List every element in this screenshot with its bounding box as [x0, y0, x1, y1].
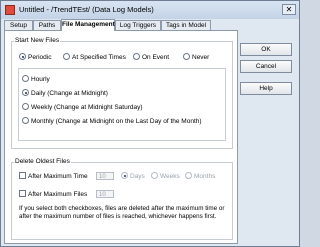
radio-never[interactable]: Never: [183, 53, 209, 62]
delete-files-note: If you select both checkboxes, files are…: [19, 205, 225, 221]
max-time-input[interactable]: 10: [96, 172, 114, 180]
radio-daily[interactable]: Daily (Change at Midnight): [22, 89, 108, 98]
file-management-panel: Start New Files Periodic At Specified Ti…: [4, 30, 238, 244]
radio-button-icon: [151, 172, 158, 179]
delete-oldest-files-label: Delete Oldest Files: [14, 158, 71, 165]
close-button[interactable]: ✕: [282, 4, 296, 15]
app-icon: [5, 5, 15, 15]
radio-periodic[interactable]: Periodic: [19, 53, 51, 62]
window-title: Untitled - /TrendTEst/ (Data Log Models): [19, 5, 154, 14]
help-button[interactable]: Help: [240, 82, 292, 95]
radio-button-icon: [183, 53, 190, 60]
radio-at-specified-times[interactable]: At Specified Times: [63, 53, 126, 62]
tab-setup[interactable]: Setup: [4, 20, 33, 30]
radio-on-event[interactable]: On Event: [133, 53, 169, 62]
title-bar[interactable]: Untitled - /TrendTEst/ (Data Log Models)…: [1, 1, 299, 19]
radio-button-icon: [22, 117, 29, 124]
radio-monthly[interactable]: Monthly (Change at Midnight on the Last …: [22, 117, 202, 126]
tab-paths[interactable]: Paths: [33, 20, 61, 30]
radio-days[interactable]: Days: [121, 172, 145, 181]
tab-log-triggers[interactable]: Log Triggers: [115, 20, 161, 30]
checkbox-icon: [19, 190, 26, 197]
radio-button-icon: [121, 172, 128, 179]
tab-tags-in-model[interactable]: Tags in Model: [161, 20, 211, 30]
cancel-button[interactable]: Cancel: [240, 60, 292, 73]
tab-file-management[interactable]: File Management: [61, 19, 115, 31]
radio-weekly[interactable]: Weekly (Change at Midnight Saturday): [22, 103, 143, 112]
radio-button-icon: [133, 53, 140, 60]
checkbox-icon: [19, 172, 26, 179]
max-files-input[interactable]: 10: [96, 190, 114, 198]
radio-hourly[interactable]: Hourly: [22, 75, 50, 84]
radio-button-icon: [22, 89, 29, 96]
radio-button-icon: [63, 53, 70, 60]
radio-months[interactable]: Months: [185, 172, 215, 181]
radio-weeks[interactable]: Weeks: [151, 172, 180, 181]
radio-button-icon: [22, 75, 29, 82]
radio-button-icon: [185, 172, 192, 179]
checkbox-after-maximum-files[interactable]: After Maximum Files: [19, 190, 87, 199]
ok-button[interactable]: OK: [240, 43, 292, 56]
start-new-files-label: Start New Files: [14, 37, 61, 44]
checkbox-after-maximum-time[interactable]: After Maximum Time: [19, 172, 88, 181]
dialog-window: Untitled - /TrendTEst/ (Data Log Models)…: [0, 0, 300, 247]
radio-button-icon: [19, 53, 26, 60]
radio-button-icon: [22, 103, 29, 110]
